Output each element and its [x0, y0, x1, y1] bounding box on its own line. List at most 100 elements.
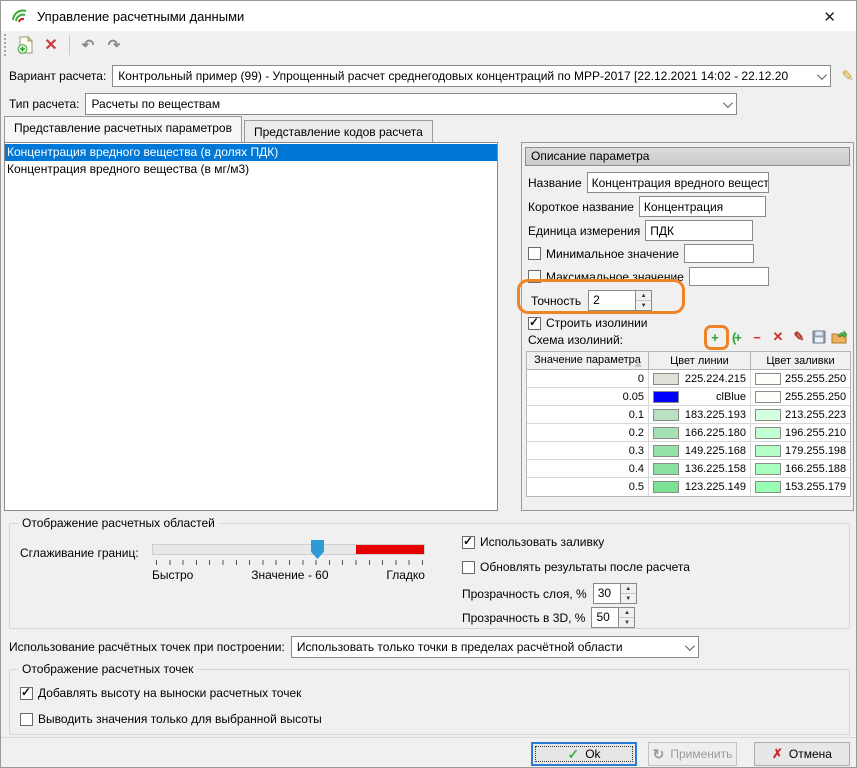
close-icon[interactable]: ✕	[817, 6, 842, 28]
table-row[interactable]: 0.5123.225.149153.255.179	[527, 478, 850, 496]
min-value-field[interactable]	[684, 244, 754, 263]
refresh-results-label: Обновлять результаты после расчета	[480, 560, 690, 574]
tab-codes[interactable]: Представление кодов расчета	[244, 120, 433, 142]
edit-variant-icon[interactable]: ✎	[841, 67, 854, 85]
line-color-cell[interactable]: 183.225.193	[649, 406, 751, 423]
delete-item-button[interactable]: ✕	[39, 34, 63, 56]
line-color-swatch	[653, 391, 679, 403]
name-field[interactable]: Концентрация вредного вещества	[587, 172, 769, 193]
value-cell: 0.3	[527, 442, 649, 459]
line-color-cell[interactable]: clBlue	[649, 388, 751, 405]
slider-ticks	[156, 560, 424, 565]
slider-label-value: Значение - 60	[251, 568, 328, 582]
fill-color-cell[interactable]: 153.255.179	[751, 478, 850, 496]
spin-up-icon[interactable]: ▲	[619, 608, 634, 618]
undo-icon: ↶	[82, 36, 95, 54]
table-row[interactable]: 0.05clBlue255.255.250	[527, 388, 850, 406]
save-icon[interactable]	[812, 330, 826, 344]
import-scheme-icon[interactable]	[831, 330, 847, 344]
apply-button[interactable]: ↻ Применить	[648, 742, 737, 766]
fill-color-swatch	[755, 391, 781, 403]
slider-thumb[interactable]	[311, 540, 324, 559]
value-cell: 0.4	[527, 460, 649, 477]
col-header-line-color[interactable]: Цвет линии	[649, 352, 751, 369]
max-value-field[interactable]	[689, 267, 769, 286]
fill-color-label: 255.255.250	[785, 391, 846, 403]
value-cell: 0.5	[527, 478, 649, 496]
spin-down-icon[interactable]: ▼	[621, 594, 636, 603]
add-height-checkbox[interactable]: Добавлять высоту на выноски расчетных то…	[20, 686, 301, 700]
refresh-results-checkbox[interactable]: Обновлять результаты после расчета	[462, 560, 690, 574]
edit-icon[interactable]: ✎	[791, 329, 807, 345]
fill-color-cell[interactable]: 255.255.250	[751, 388, 850, 405]
col-header-fill-color[interactable]: Цвет заливки	[751, 352, 850, 369]
areas-groupbox: Отображение расчетных областей Сглаживан…	[9, 523, 850, 629]
add-icon[interactable]: +	[707, 330, 723, 345]
line-color-cell[interactable]: 225.224.215	[649, 370, 751, 387]
use-fill-checkbox[interactable]: Использовать заливку	[462, 535, 604, 549]
tab-strip: Представление расчетных параметров Предс…	[4, 117, 433, 142]
line-color-cell[interactable]: 123.225.149	[649, 478, 751, 496]
table-row[interactable]: 0.1183.225.193213.255.223	[527, 406, 850, 424]
cancel-label: Отмена	[789, 747, 832, 761]
line-color-cell[interactable]: 166.225.180	[649, 424, 751, 441]
fill-color-cell[interactable]: 255.255.250	[751, 370, 850, 387]
list-item[interactable]: Концентрация вредного вещества (в долях …	[5, 144, 497, 161]
cancel-button[interactable]: ✗ Отмена	[754, 742, 850, 766]
line-color-cell[interactable]: 149.225.168	[649, 442, 751, 459]
min-value-checkbox[interactable]: Минимальное значение	[528, 247, 679, 261]
line-color-label: 149.225.168	[683, 445, 746, 457]
new-item-button[interactable]	[13, 34, 37, 56]
line-color-label: 166.225.180	[683, 427, 746, 439]
opacity-3d-spinner[interactable]: 50 ▲▼	[591, 607, 635, 628]
parameter-list[interactable]: Концентрация вредного вещества (в долях …	[4, 142, 498, 511]
redo-button[interactable]: ↷	[102, 34, 126, 56]
spin-up-icon[interactable]: ▲	[636, 291, 651, 301]
fill-color-label: 255.255.250	[785, 373, 846, 385]
col-header-value[interactable]: Значение параметра	[527, 352, 649, 369]
ok-check-icon: ✓	[567, 746, 579, 763]
tab-parameters[interactable]: Представление расчетных параметров	[4, 116, 242, 142]
variant-combobox[interactable]: Контрольный пример (99) - Упрощенный рас…	[112, 65, 831, 87]
main-toolbar: ✕ ↶ ↷	[1, 31, 856, 59]
table-header-row: Значение параметра Цвет линии Цвет залив…	[527, 352, 850, 370]
line-color-swatch	[653, 463, 679, 475]
delete-icon: ✕	[44, 35, 57, 55]
ok-button[interactable]: ✓ Ok	[531, 742, 637, 766]
short-name-field[interactable]: Концентрация	[639, 196, 766, 217]
slider-label-fast: Быстро	[152, 568, 193, 582]
calc-type-combobox[interactable]: Расчеты по веществам	[85, 93, 737, 115]
spin-down-icon[interactable]: ▼	[619, 618, 634, 627]
short-name-value: Концентрация	[644, 200, 723, 214]
scheme-toolbar: + (+ − ✕ ✎	[707, 329, 847, 345]
remove-icon[interactable]: −	[749, 330, 765, 345]
points-usage-combobox[interactable]: Использовать только точки в пределах рас…	[291, 636, 699, 658]
delete-all-icon[interactable]: ✕	[770, 329, 786, 345]
button-bar: ✓ Ok ↻ Применить ✗ Отмена	[1, 737, 856, 767]
fill-color-cell[interactable]: 196.255.210	[751, 424, 850, 441]
layer-opacity-spinner[interactable]: 30 ▲▼	[593, 583, 637, 604]
list-item[interactable]: Концентрация вредного вещества (в мг/м3)	[5, 161, 497, 178]
fill-color-cell[interactable]: 166.255.188	[751, 460, 850, 477]
table-row[interactable]: 0225.224.215255.255.250	[527, 370, 850, 388]
line-color-cell[interactable]: 136.225.158	[649, 460, 751, 477]
unit-field[interactable]: ПДК	[645, 220, 753, 241]
spin-up-icon[interactable]: ▲	[621, 584, 636, 594]
max-value-checkbox[interactable]: Максимальное значение	[528, 270, 684, 284]
table-row[interactable]: 0.2166.225.180196.255.210	[527, 424, 850, 442]
spin-down-icon[interactable]: ▼	[636, 301, 651, 310]
table-row[interactable]: 0.4136.225.158166.255.188	[527, 460, 850, 478]
apply-label: Применить	[670, 747, 732, 761]
build-isolines-checkbox[interactable]: Строить изолинии	[528, 316, 648, 330]
line-color-swatch	[653, 427, 679, 439]
unit-label: Единица измерения	[528, 224, 640, 238]
fill-color-cell[interactable]: 179.255.198	[751, 442, 850, 459]
precision-spinner[interactable]: 2 ▲ ▼	[588, 290, 652, 311]
selected-height-only-checkbox[interactable]: Выводить значения только для выбранной в…	[20, 712, 322, 726]
sort-asc-icon	[634, 361, 642, 367]
add-range-icon[interactable]: (+	[728, 330, 744, 345]
table-row[interactable]: 0.3 149.225.168 179.255.198	[527, 442, 850, 460]
smoothing-slider[interactable]	[152, 544, 425, 555]
undo-button[interactable]: ↶	[76, 34, 100, 56]
fill-color-cell[interactable]: 213.255.223	[751, 406, 850, 423]
